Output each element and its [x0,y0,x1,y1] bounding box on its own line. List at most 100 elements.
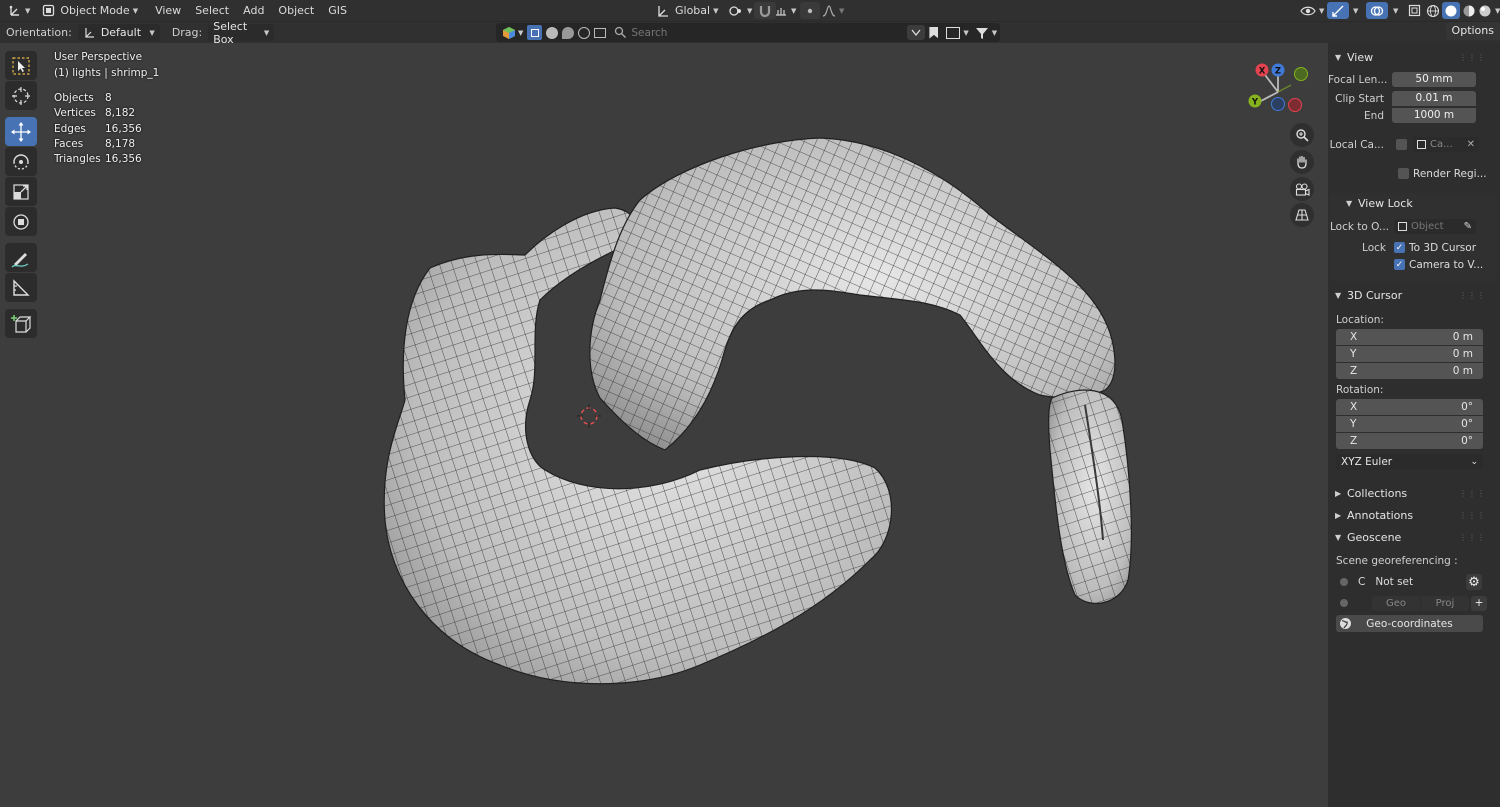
bookmark-icon[interactable] [929,26,939,39]
collections-header[interactable]: ▶ Collections ⋮⋮⋮ [1328,483,1500,503]
chevron-down-icon[interactable]: ▼ [992,29,997,37]
cursor-tool[interactable] [5,81,37,110]
shading-solid-button[interactable] [1442,2,1460,19]
pivot-point-dropdown[interactable]: ▼ [724,2,756,19]
menu-view[interactable]: View [148,2,188,19]
move-tool[interactable] [5,117,37,146]
view-panel-header[interactable]: ▼ View ⋮⋮⋮ [1328,47,1500,67]
select-toggle-icon[interactable] [527,25,543,40]
options-button[interactable]: Options [1445,22,1500,40]
drop-filter-icon[interactable] [562,26,575,39]
to-3d-cursor-checkbox[interactable]: ✓ [1394,242,1405,253]
shading-wireframe-button[interactable] [1424,2,1442,19]
gizmo-dropdown[interactable]: ▼ [1346,2,1362,19]
annotations-panel: ▶ Annotations ⋮⋮⋮ [1328,505,1500,525]
3d-viewport[interactable]: User Perspective (1) lights | shrimp_1 O… [0,43,1328,807]
search-input[interactable] [631,25,892,40]
rotation-mode-dropdown[interactable]: XYZ Euler ⌄ [1336,454,1483,470]
perspective-toggle-button[interactable] [1290,203,1314,227]
transform-orientation-dropdown[interactable]: Global ▼ [652,2,722,19]
clip-start-field[interactable]: 0.01 m [1392,91,1476,106]
scale-tool[interactable] [5,177,37,206]
scene-statistics: Objects 8 Vertices 8,182 Edges 16,356 Faces… [54,91,142,167]
lock-object-field[interactable]: Object ✎ [1394,219,1476,234]
display-mode-icon[interactable] [946,26,961,39]
drag-dropdown[interactable]: Select Box ▼ [208,20,275,46]
select-box-tool[interactable] [5,51,37,80]
stat-row: Edges 16,356 [54,122,142,135]
geo-radio[interactable] [1340,599,1348,607]
mode-label: Object Mode [60,4,130,17]
visibility-dropdown[interactable]: ▼ [1296,2,1328,19]
rotation-y-field[interactable]: Y 0° [1336,416,1483,432]
rotate-tool[interactable] [5,147,37,176]
globe-filter-icon[interactable] [578,26,591,39]
shading-cube-icon[interactable] [502,26,516,40]
tool-shelf [5,51,39,339]
menu-add[interactable]: Add [236,2,271,19]
chevron-down-icon: ▼ [1335,532,1342,542]
rotation-z-field[interactable]: Z 0° [1336,433,1483,449]
drag-handle-icon[interactable]: ⋮⋮⋮ [1459,291,1486,300]
rotation-x-field[interactable]: X 0° [1336,399,1483,415]
eyedropper-icon[interactable]: ✎ [1464,221,1472,232]
rendered-sphere-icon [1479,5,1491,16]
camera-view-button[interactable] [1290,177,1314,201]
menu-select[interactable]: Select [188,2,236,19]
location-z-field[interactable]: Z0 m [1336,363,1483,379]
add-cube-tool[interactable] [5,309,37,338]
drag-handle-icon[interactable]: ⋮⋮⋮ [1459,511,1486,520]
geo-coordinates-button[interactable]: Geo-coordinates [1336,615,1483,632]
proj-button[interactable]: Proj [1421,595,1469,611]
cursor-panel-header[interactable]: ▼ 3D Cursor ⋮⋮⋮ [1328,285,1500,305]
geo-button[interactable]: Geo [1372,595,1420,611]
geoscene-header[interactable]: ▼ Geoscene ⋮⋮⋮ [1328,527,1500,547]
location-x-field[interactable]: X0 m [1336,329,1483,345]
focal-length-field[interactable]: 50 mm [1392,72,1476,87]
clip-end-field[interactable]: 1000 m [1392,108,1476,123]
camera-to-view-checkbox[interactable]: ✓ [1394,259,1405,270]
drag-handle-icon[interactable]: ⋮⋮⋮ [1459,53,1486,62]
xray-toggle[interactable] [1404,2,1425,19]
transform-tool[interactable] [5,207,37,236]
filter-icon[interactable] [975,26,989,40]
close-icon[interactable]: ✕ [1467,139,1475,150]
add-icon[interactable]: + [1471,595,1487,611]
overlays-dropdown[interactable]: ▼ [1386,2,1402,19]
snap-target-dropdown[interactable]: ▼ [770,2,800,19]
zoom-button[interactable] [1290,123,1314,147]
orientation-dropdown[interactable]: Default ▼ [77,24,160,41]
menu-object[interactable]: Object [271,2,321,19]
mode-dropdown[interactable]: Object Mode ▼ [38,2,142,19]
editor-type-button[interactable]: ▼ [4,2,34,19]
overlays-icon [1370,5,1384,16]
local-camera-field[interactable]: Ca... ✕ [1413,137,1479,152]
sphere-filter-icon[interactable] [546,26,559,39]
location-y-field[interactable]: Y0 m [1336,346,1483,362]
funnel-toggle-icon[interactable] [907,25,926,40]
crs-radio[interactable] [1340,578,1348,586]
measure-tool[interactable] [5,273,37,302]
orientation-icon [85,28,94,38]
navigation-gizmo[interactable]: X Z Y [1245,57,1315,127]
drag-handle-icon[interactable]: ⋮⋮⋮ [1459,533,1486,542]
view-lock-header[interactable]: ▼ View Lock [1330,193,1498,213]
falloff-dropdown[interactable]: ▼ [818,2,848,19]
proportional-icon [807,8,813,13]
drag-handle-icon[interactable]: ⋮⋮⋮ [1459,489,1486,498]
shading-rendered-button[interactable]: ▼ [1476,2,1500,19]
overlays-toggle[interactable] [1366,2,1388,19]
annotate-tool[interactable] [5,243,37,272]
move-icon [11,121,31,142]
menu-gis[interactable]: GIS [321,2,354,19]
proportional-edit-toggle[interactable] [800,2,820,19]
pan-button[interactable] [1290,150,1314,174]
chevron-down-icon[interactable]: ▼ [518,29,523,37]
settings-gear-icon[interactable]: ⚙ [1466,574,1482,590]
chevron-down-icon[interactable]: ▼ [963,29,968,37]
3d-cursor-icon[interactable] [576,403,602,429]
render-region-checkbox[interactable] [1398,168,1409,179]
camera-filter-icon[interactable] [594,27,607,38]
local-camera-checkbox[interactable] [1396,139,1407,150]
annotations-header[interactable]: ▶ Annotations ⋮⋮⋮ [1328,505,1500,525]
